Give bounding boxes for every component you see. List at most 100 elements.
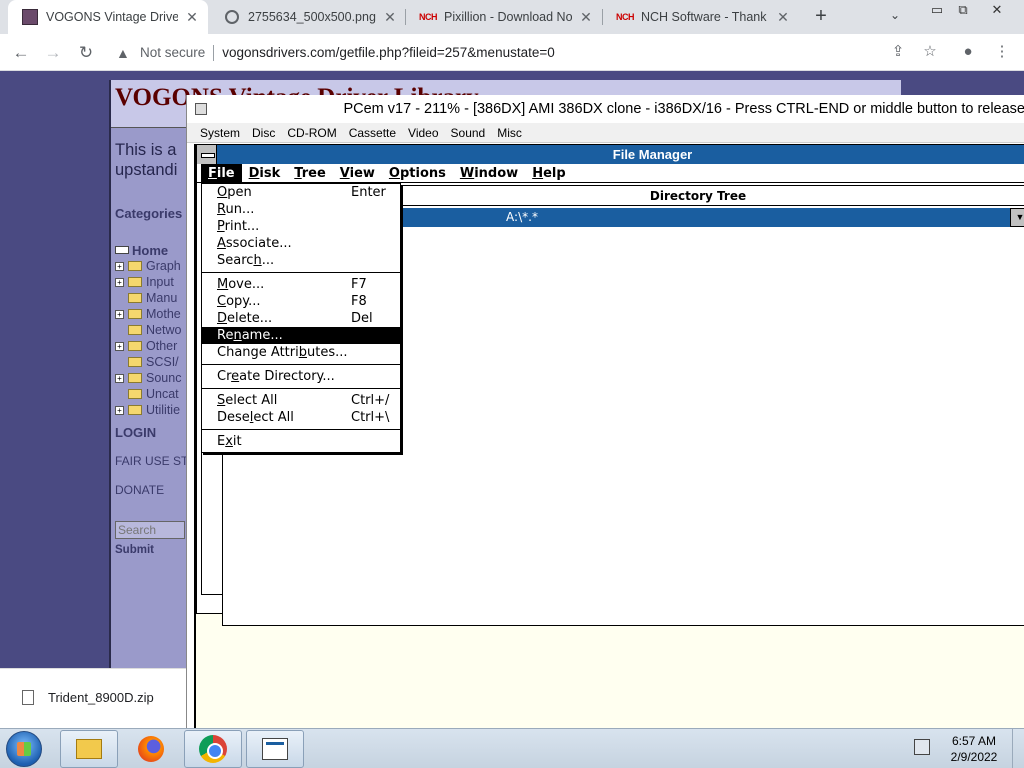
tree-label[interactable]: Manu xyxy=(146,291,177,305)
expand-icon[interactable]: + xyxy=(115,341,124,351)
tree-label[interactable]: Input xyxy=(146,275,174,289)
tree-item[interactable]: SCSI/ xyxy=(115,354,181,370)
address-bar[interactable]: ▲ Not secure vogonsdrivers.com/getfile.p… xyxy=(108,37,946,68)
collapse-icon[interactable] xyxy=(115,246,129,254)
tree-item-home[interactable]: Home xyxy=(115,242,181,258)
tab-nch-thankyou[interactable]: NCH NCH Software - Thank yo ✕ xyxy=(603,0,799,34)
menu-help[interactable]: Help xyxy=(525,164,572,183)
warning-triangle-icon[interactable]: ▲ xyxy=(116,45,134,61)
tree-label[interactable]: Home xyxy=(132,243,168,258)
more-menu-icon[interactable]: ⋮ xyxy=(992,42,1012,62)
tree-label[interactable]: Sounc xyxy=(146,371,181,385)
close-window-icon[interactable]: ✕ xyxy=(980,0,1014,22)
tree-label[interactable]: Graph xyxy=(146,259,181,273)
restore-icon[interactable]: ⧉ xyxy=(946,0,980,22)
menu-cassette[interactable]: Cassette xyxy=(343,126,402,140)
taskbar-firefox-button[interactable] xyxy=(122,730,180,768)
tab-image[interactable]: 2755634_500x500.png (4 ✕ xyxy=(210,0,406,34)
menu-options[interactable]: Options xyxy=(382,164,453,183)
taskbar-chrome-button[interactable] xyxy=(184,730,242,768)
back-arrow-icon[interactable]: ← xyxy=(8,40,34,66)
bookmark-star-icon[interactable]: ☆ xyxy=(920,42,940,62)
tree-item[interactable]: + Input xyxy=(115,274,181,290)
expand-icon[interactable]: + xyxy=(115,373,124,383)
menu-item-change-attributes[interactable]: Change Attributes... xyxy=(202,344,400,361)
tree-label[interactable]: Other xyxy=(146,339,177,353)
expand-icon[interactable]: + xyxy=(115,261,124,271)
chevron-down-icon[interactable]: ⌄ xyxy=(890,8,900,22)
menu-system[interactable]: System xyxy=(194,126,246,140)
donate-link[interactable]: DONATE xyxy=(115,483,164,497)
menu-tree[interactable]: Tree xyxy=(287,164,333,183)
tree-label[interactable]: SCSI/ xyxy=(146,355,179,369)
menu-window[interactable]: Window xyxy=(453,164,525,183)
new-tab-icon[interactable]: + xyxy=(810,6,832,28)
not-secure-label[interactable]: Not secure xyxy=(140,45,205,60)
menu-item-open[interactable]: Open Enter xyxy=(202,184,400,201)
menu-item-select-all[interactable]: Select All Ctrl+/ xyxy=(202,392,400,409)
close-tab-icon[interactable]: ✕ xyxy=(775,9,791,26)
menu-sound[interactable]: Sound xyxy=(445,126,492,140)
close-tab-icon[interactable]: ✕ xyxy=(578,9,594,26)
menu-disc[interactable]: Disc xyxy=(246,126,281,140)
menu-item-exit[interactable]: Exit xyxy=(202,433,400,450)
login-link[interactable]: LOGIN xyxy=(115,425,156,440)
tree-item[interactable]: + Other xyxy=(115,338,181,354)
menu-item-run[interactable]: Run... xyxy=(202,201,400,218)
menu-video[interactable]: Video xyxy=(402,126,444,140)
menu-item-move[interactable]: Move... F7 xyxy=(202,276,400,293)
profile-avatar-icon[interactable]: ● xyxy=(958,42,978,62)
search-input[interactable]: Search xyxy=(115,521,185,539)
control-menu-icon[interactable] xyxy=(197,145,217,164)
tab-pixillion[interactable]: NCH Pixillion - Download Now ✕ xyxy=(406,0,602,34)
tree-label[interactable]: Netwo xyxy=(146,323,181,337)
pcem-app-icon[interactable] xyxy=(195,103,208,115)
close-tab-icon[interactable]: ✕ xyxy=(184,9,200,26)
menu-item-search[interactable]: Search... xyxy=(202,252,400,269)
reload-icon[interactable]: ↻ xyxy=(73,40,99,66)
menu-item-print[interactable]: Print... xyxy=(202,218,400,235)
menu-item-deselect-all[interactable]: Deselect All Ctrl+\ xyxy=(202,409,400,426)
tree-label[interactable]: Mothe xyxy=(146,307,181,321)
file-manager-titlebar[interactable]: File Manager xyxy=(197,145,1024,164)
show-desktop-button[interactable] xyxy=(1012,729,1024,768)
taskbar-explorer-button[interactable] xyxy=(60,730,118,768)
menu-item-rename[interactable]: Rename... xyxy=(202,327,400,344)
url-text[interactable]: vogonsdrivers.com/getfile.php?fileid=257… xyxy=(222,45,554,60)
tree-item[interactable]: + Sounc xyxy=(115,370,181,386)
tree-label[interactable]: Uncat xyxy=(146,387,179,401)
forward-arrow-icon[interactable]: → xyxy=(40,40,66,66)
tree-item[interactable]: + Utilitie xyxy=(115,402,181,418)
tree-label[interactable]: Utilitie xyxy=(146,403,180,417)
tab-vogons[interactable]: VOGONS Vintage Driver ✕ xyxy=(8,0,208,34)
menu-item-copy[interactable]: Copy... F8 xyxy=(202,293,400,310)
fair-use-link[interactable]: FAIR USE ST xyxy=(115,454,188,468)
taskbar-pcem-button[interactable] xyxy=(246,730,304,768)
start-button[interactable] xyxy=(6,731,42,767)
tree-item[interactable]: + Graph xyxy=(115,258,181,274)
share-icon[interactable]: ⇪ xyxy=(888,42,908,62)
download-filename[interactable]: Trident_8900D.zip xyxy=(48,690,154,705)
download-item[interactable]: Trident_8900D.zip xyxy=(22,690,154,705)
menu-cd-rom[interactable]: CD-ROM xyxy=(281,126,342,140)
menu-item-delete[interactable]: Delete... Del xyxy=(202,310,400,327)
system-clock[interactable]: 6:57 AM 2/9/2022 xyxy=(946,733,1002,765)
tree-item[interactable]: Netwo xyxy=(115,322,181,338)
expand-icon[interactable]: + xyxy=(115,405,124,415)
emulated-screen[interactable]: File Manager File Disk Tree View Options… xyxy=(194,144,1024,728)
network-icon[interactable] xyxy=(914,739,930,755)
menu-item-associate[interactable]: Associate... xyxy=(202,235,400,252)
menu-view[interactable]: View xyxy=(333,164,382,183)
close-tab-icon[interactable]: ✕ xyxy=(382,9,398,26)
tree-item[interactable]: Manu xyxy=(115,290,181,306)
expand-icon[interactable]: + xyxy=(115,277,124,287)
expand-icon[interactable]: + xyxy=(115,309,124,319)
tree-item[interactable]: Uncat xyxy=(115,386,181,402)
menu-misc[interactable]: Misc xyxy=(491,126,528,140)
pcem-titlebar[interactable]: PCem v17 - 211% - [386DX] AMI 386DX clon… xyxy=(187,95,1024,123)
menu-disk[interactable]: Disk xyxy=(242,164,288,183)
menu-item-create-directory[interactable]: Create Directory... xyxy=(202,368,400,385)
tree-item[interactable]: + Mothe xyxy=(115,306,181,322)
submit-button[interactable]: Submit xyxy=(115,544,154,556)
minimize-arrow-icon[interactable]: ▼ xyxy=(1010,208,1024,227)
